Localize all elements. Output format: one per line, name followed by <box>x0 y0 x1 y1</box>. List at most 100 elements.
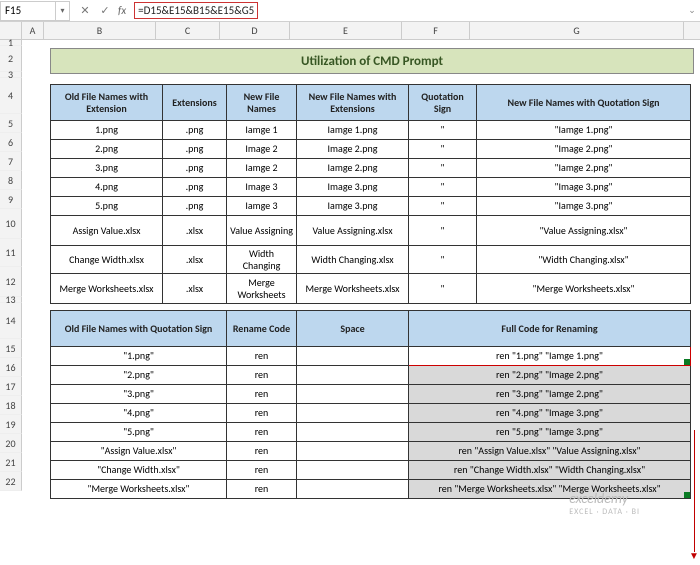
name-box[interactable]: F15 <box>0 1 56 21</box>
table1-cell[interactable]: " <box>409 274 477 304</box>
table1-cell[interactable]: 1.png <box>51 121 163 140</box>
table1-cell[interactable]: Merge Worksheets.xlsx <box>51 274 163 304</box>
row-header-8[interactable]: 8 <box>0 171 22 190</box>
table2-cell[interactable]: "5.png" <box>51 423 227 442</box>
table1-cell[interactable]: "Width Changing.xlsx" <box>477 246 691 274</box>
table1-cell[interactable]: 5.png <box>51 197 163 216</box>
table2-cell[interactable] <box>297 480 409 499</box>
table1-cell[interactable]: " <box>409 121 477 140</box>
table1-cell[interactable]: .png <box>163 159 227 178</box>
table2-header[interactable]: Rename Code <box>227 311 297 347</box>
row-header-19[interactable]: 19 <box>0 415 22 434</box>
table1-cell[interactable]: Assign Value.xlsx <box>51 216 163 246</box>
table1-header[interactable]: Extensions <box>163 85 227 121</box>
table1-cell[interactable]: Merge Worksheets.xlsx <box>297 274 409 304</box>
table1-cell[interactable]: .png <box>163 197 227 216</box>
fill-handle[interactable] <box>684 359 690 365</box>
row-header-14[interactable]: 14 <box>0 303 22 339</box>
col-header-A[interactable]: A <box>22 22 44 39</box>
table1-cell[interactable]: "Value Assigning.xlsx" <box>477 216 691 246</box>
table2-cell[interactable] <box>297 366 409 385</box>
table1-cell[interactable]: Merge Worksheets <box>227 274 297 304</box>
table2-cell[interactable] <box>297 404 409 423</box>
table1-cell[interactable]: Image 3 <box>227 178 297 197</box>
row-header-17[interactable]: 17 <box>0 377 22 396</box>
table1-cell[interactable]: "Merge Worksheets.xlsx" <box>477 274 691 304</box>
table1-cell[interactable]: "Iamge 2.png" <box>477 159 691 178</box>
table1-header[interactable]: Old File Names with Extension <box>51 85 163 121</box>
table1-cell[interactable]: Image 3.png <box>297 178 409 197</box>
table2-cell[interactable]: ren "5.png" "Iamge 3.png" <box>409 423 691 442</box>
table1-cell[interactable]: " <box>409 197 477 216</box>
namebox-dropdown-icon[interactable]: ▾ <box>56 1 70 21</box>
table1-cell[interactable]: "Iamge 1.png" <box>477 121 691 140</box>
table1-cell[interactable]: .png <box>163 140 227 159</box>
table2-cell[interactable]: "1.png" <box>51 347 227 366</box>
table1-cell[interactable]: Change Width.xlsx <box>51 246 163 274</box>
table2-header[interactable]: Old File Names with Quotation Sign <box>51 311 227 347</box>
table2-cell[interactable]: ren "Assign Value.xlsx" "Value Assigning… <box>409 442 691 461</box>
table1-header[interactable]: New File Names with Extensions <box>297 85 409 121</box>
table1-cell[interactable]: Iamge 1.png <box>297 121 409 140</box>
table2-cell[interactable]: "2.png" <box>51 366 227 385</box>
table2-cell[interactable]: "Assign Value.xlsx" <box>51 442 227 461</box>
table1-cell[interactable]: Image 2.png <box>297 140 409 159</box>
table1-cell[interactable]: Value Assigning.xlsx <box>297 216 409 246</box>
table1-cell[interactable]: Iamge 3.png <box>297 197 409 216</box>
row-header-22[interactable]: 22 <box>0 472 22 491</box>
table1-cell[interactable]: .png <box>163 121 227 140</box>
table2-cell[interactable]: ren <box>227 442 297 461</box>
table2-cell[interactable]: ren "3.png" "Iamge 2.png" <box>409 385 691 404</box>
row-header-5[interactable]: 5 <box>0 114 22 133</box>
table1-cell[interactable]: 2.png <box>51 140 163 159</box>
table1-cell[interactable]: .png <box>163 178 227 197</box>
table1-cell[interactable]: 4.png <box>51 178 163 197</box>
table1-cell[interactable]: Width Changing <box>227 246 297 274</box>
table1-cell[interactable]: Value Assigning <box>227 216 297 246</box>
table1-header[interactable]: Quotation Sign <box>409 85 477 121</box>
table2-cell[interactable] <box>297 385 409 404</box>
table2-cell[interactable]: "4.png" <box>51 404 227 423</box>
table1-cell[interactable]: Width Changing.xlsx <box>297 246 409 274</box>
table2-cell[interactable] <box>297 423 409 442</box>
row-header-20[interactable]: 20 <box>0 434 22 453</box>
row-header-18[interactable]: 18 <box>0 396 22 415</box>
table1-cell[interactable]: "Image 2.png" <box>477 140 691 159</box>
table1-cell[interactable]: .xlsx <box>163 274 227 304</box>
row-header-16[interactable]: 16 <box>0 358 22 377</box>
col-header-B[interactable]: B <box>44 22 156 39</box>
table1-cell[interactable]: .xlsx <box>163 216 227 246</box>
table1-cell[interactable]: " <box>409 216 477 246</box>
table1-cell[interactable]: .xlsx <box>163 246 227 274</box>
col-header-D[interactable]: D <box>220 22 290 39</box>
table2-cell[interactable]: ren <box>227 385 297 404</box>
table2-cell[interactable]: ren <box>227 347 297 366</box>
table2-cell[interactable]: ren "Change Width.xlsx" "Width Changing.… <box>409 461 691 480</box>
col-header-G[interactable]: G <box>470 22 684 39</box>
table2-cell[interactable]: ren "2.png" "Image 2.png" <box>409 366 691 385</box>
col-header-F[interactable]: F <box>402 22 470 39</box>
table2-cell[interactable] <box>297 347 409 366</box>
table1-header[interactable]: New File Names with Quotation Sign <box>477 85 691 121</box>
table2-cell[interactable]: ren "1.png" "Iamge 1.png" <box>409 347 691 366</box>
table1-cell[interactable]: 3.png <box>51 159 163 178</box>
formula-bar[interactable]: =D15&E15&B15&E15&G5 <box>130 4 684 17</box>
table1-cell[interactable]: " <box>409 178 477 197</box>
table1-cell[interactable]: " <box>409 246 477 274</box>
table1-cell[interactable]: Iamge 3 <box>227 197 297 216</box>
table2-cell[interactable]: "Change Width.xlsx" <box>51 461 227 480</box>
formula-expand-icon[interactable]: ⌄ <box>684 5 700 16</box>
table2-cell[interactable]: ren <box>227 423 297 442</box>
table2-cell[interactable] <box>297 442 409 461</box>
row-header-10[interactable]: 10 <box>0 209 22 239</box>
row-header-9[interactable]: 9 <box>0 190 22 209</box>
row-header-11[interactable]: 11 <box>0 239 22 267</box>
table1-header[interactable]: New File Names <box>227 85 297 121</box>
fx-icon[interactable]: fx <box>118 4 126 17</box>
table2-cell[interactable]: ren "Merge Worksheets.xlsx" "Merge Works… <box>409 480 691 499</box>
row-header-6[interactable]: 6 <box>0 133 22 152</box>
table2-cell[interactable]: ren <box>227 404 297 423</box>
col-header-C[interactable]: C <box>156 22 220 39</box>
table2-cell[interactable]: "3.png" <box>51 385 227 404</box>
table1-cell[interactable]: " <box>409 159 477 178</box>
